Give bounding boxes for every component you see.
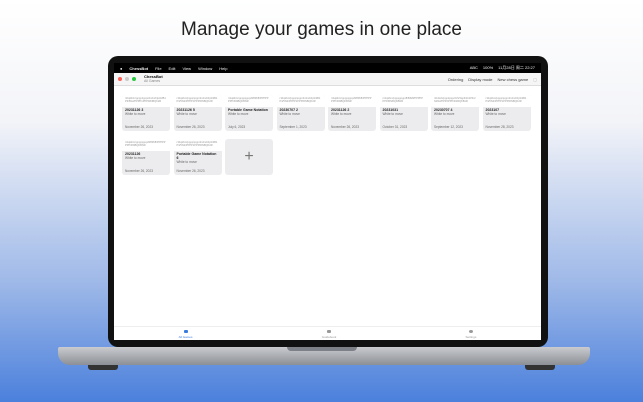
add-game-button[interactable]: + [225, 139, 273, 175]
game-card[interactable]: rnbqkbnr/pppppppp/8/8/8/8/PPPPPPPP/RNBQK… [122, 139, 170, 175]
games-icon [183, 330, 188, 333]
game-fen: rnbqkbnr/pppppppp/8/8/8/8/PPPPPPPP/RNBQK… [379, 95, 428, 107]
ordering-button[interactable]: Ordering [448, 77, 464, 82]
game-card[interactable]: rnbqkbnr/pppppppp/8/8/8/8/PPPPPPPP/RNBQK… [328, 95, 376, 131]
game-card[interactable]: r1bqkb1r/pppp1ppp/2n2n2/4p3/2B1P3/5N2/PP… [173, 139, 222, 175]
gear-icon [468, 330, 473, 333]
menu-app[interactable]: ChessBot [129, 66, 148, 71]
menu-edit[interactable]: Edit [169, 66, 176, 71]
game-fen: r1bqkb1r/pppp1ppp/2n2n2/4p3/2B1P3/5N2/PP… [482, 95, 531, 107]
menu-view[interactable]: View [182, 66, 191, 71]
minimize-button[interactable] [125, 77, 129, 81]
game-card[interactable]: r1bqkb1r/pppp1ppp/2n2n2/4p3/2B1P3/5N2/PP… [173, 95, 222, 131]
game-turn: White to move [176, 112, 197, 116]
game-turn: White to move [228, 112, 249, 116]
menu-file[interactable]: File [155, 66, 161, 71]
game-turn: White to move [125, 112, 146, 116]
game-fen: rnbqkbnr/pppppppp/8/8/8/8/PPPPPPPP/RNBQK… [225, 95, 273, 107]
game-turn: White to move [176, 160, 197, 164]
game-fen: r1bqkb1r/pppp1ppp/2n2n2/4p3/2B1P3/5N2/PP… [276, 95, 325, 107]
game-fen: r1bqkb1r/pppp1ppp/2n2n2/4p3/2B1P3/5N2/PP… [173, 95, 222, 107]
game-turn: White to move [279, 112, 300, 116]
new-game-button[interactable]: New chess game [498, 77, 529, 82]
headline: Manage your games in one place [181, 19, 462, 40]
game-card[interactable]: r1bqkb1r/pppp1ppp/2n2n2/4p3/2B1P3/5N2/PP… [482, 95, 531, 131]
game-date: November 26, 2023 [176, 169, 205, 173]
game-date: September 1, 2023 [279, 125, 307, 129]
game-date: November 28, 2023 [485, 125, 514, 129]
screen: ● ChessBot File Edit View Window Help AB… [114, 63, 541, 340]
tab-settings[interactable]: Settings [466, 327, 476, 340]
menu-bar: ● ChessBot File Edit View Window Help AB… [114, 63, 541, 73]
games-grid: r1bqkb1r/pppp1ppp/2n2n2/4p3/2B1P3/5N2/PP… [122, 95, 531, 175]
laptop-foot [88, 365, 118, 370]
game-date: November 26, 2023 [125, 169, 153, 173]
game-turn: White to move [382, 112, 403, 116]
game-date: July 6, 2023 [228, 125, 246, 129]
window-subtitle: All Games [144, 79, 161, 83]
game-card[interactable]: rnbqkbnr/pppppppp/8/8/8/8/PPPPPPPP/RNBQK… [379, 95, 428, 131]
tab-guidebook[interactable]: Guidebook [322, 327, 336, 340]
game-name: Portable Game Notation 6 [176, 152, 217, 160]
game-card[interactable]: rnbqkbnr/pppppppp/8/8/8/8/PPPPPPPP/RNBQK… [225, 95, 273, 131]
game-date: November 26, 2023 [176, 125, 205, 129]
game-card[interactable]: r1bqkb1r/pppp1ppp/2n2n2/4p3/2B1P3/5N2/PP… [276, 95, 325, 131]
game-fen: r1bqkb1r/pppp1ppp/2n2n2/4p3/2B1P3/5N2/PP… [173, 139, 222, 151]
book-icon [326, 330, 331, 333]
input-source[interactable]: ABC [470, 65, 478, 71]
game-card[interactable]: r1bqkb1r/pppp1ppp/2n2n2/4p3/2B1P3/5N2/PP… [122, 95, 170, 131]
laptop-notch [287, 347, 357, 351]
menu-window[interactable]: Window [198, 66, 212, 71]
tab-bar: All Games Guidebook Settings [114, 326, 541, 340]
apple-icon[interactable]: ● [120, 66, 122, 71]
game-turn: White to move [125, 156, 146, 160]
tab-all-games[interactable]: All Games [179, 327, 192, 340]
zoom-button[interactable] [132, 77, 136, 81]
game-fen: r1b1k2r/ppp2ppp/2n5/3qp3/1b1P4/2N2N2/PPP… [431, 95, 479, 107]
laptop-foot [525, 365, 555, 370]
window-titlebar: ChessBot All Games Ordering Display mode … [114, 73, 541, 86]
menu-help[interactable]: Help [219, 66, 227, 71]
game-turn: White to move [331, 112, 352, 116]
game-date: September 12, 2023 [434, 125, 463, 129]
game-date: November 26, 2023 [331, 125, 359, 129]
game-turn: White to move [485, 112, 506, 116]
close-button[interactable] [118, 77, 122, 81]
battery-status[interactable]: 100% [483, 65, 493, 71]
game-card[interactable]: r1b1k2r/ppp2ppp/2n5/3qp3/1b1P4/2N2N2/PPP… [431, 95, 479, 131]
plus-icon: + [244, 148, 254, 165]
game-date: November 26, 2023 [125, 125, 153, 129]
game-date: October 31, 2023 [382, 125, 408, 129]
display-mode-button[interactable]: Display mode [468, 77, 492, 82]
clock[interactable]: 11月28日 周二 22:27 [498, 65, 535, 71]
sidebar-icon[interactable]: ▢ [533, 77, 537, 82]
game-fen: rnbqkbnr/pppppppp/8/8/8/8/PPPPPPPP/RNBQK… [328, 95, 376, 107]
game-fen: rnbqkbnr/pppppppp/8/8/8/8/PPPPPPPP/RNBQK… [122, 139, 170, 151]
game-fen: r1bqkb1r/pppp1ppp/2n2n2/4p3/2B1P3/5N2/PP… [122, 95, 170, 107]
game-turn: White to move [434, 112, 455, 116]
